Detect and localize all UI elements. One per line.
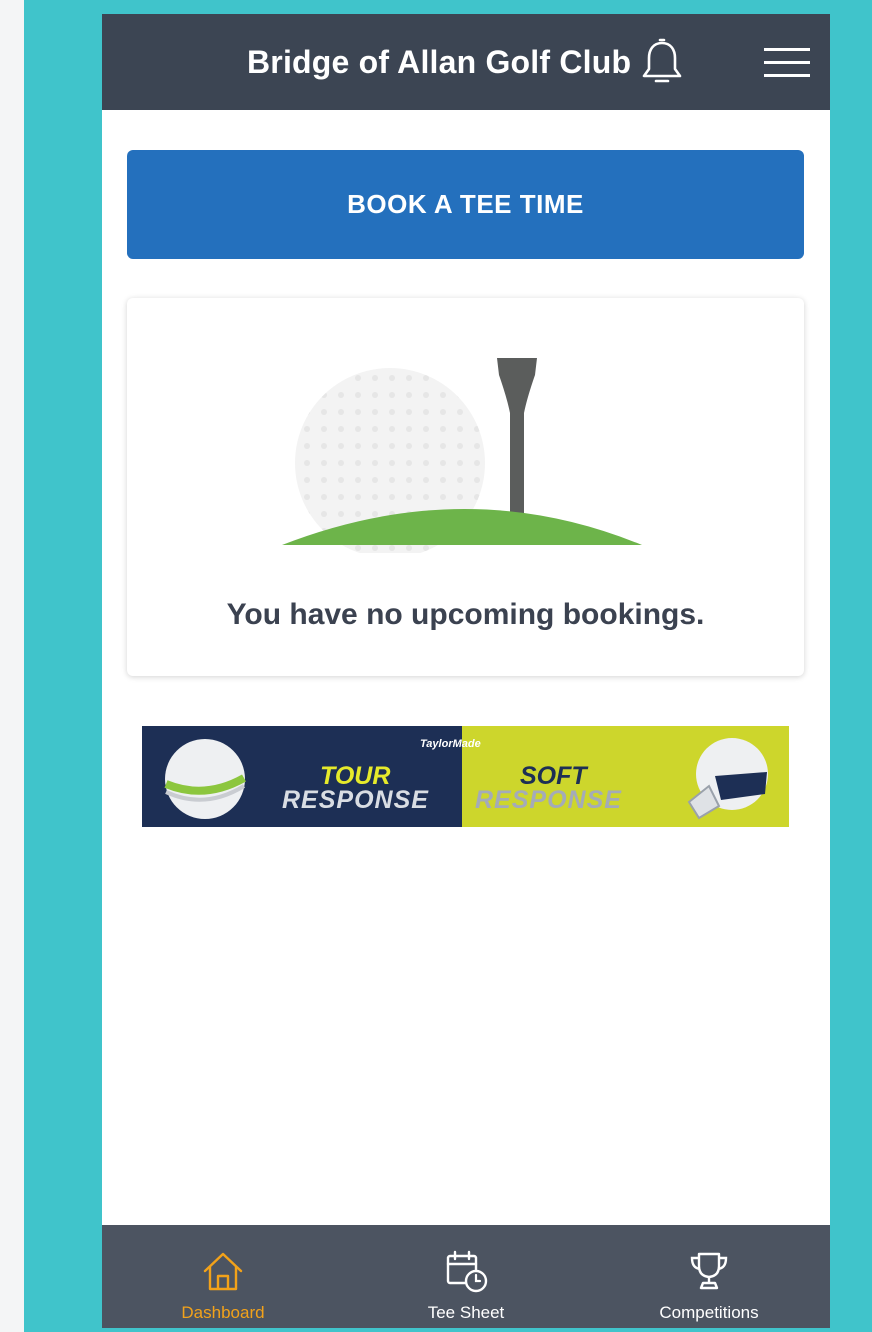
book-tee-time-button[interactable]: BOOK A TEE TIME [127, 150, 804, 259]
home-icon [203, 1252, 243, 1291]
banner-right-line2: RESPONSE [475, 786, 622, 814]
banner-brand: TaylorMade [420, 738, 481, 750]
tab-dashboard-label: Dashboard [181, 1303, 265, 1322]
taylormade-ad-banner[interactable]: TaylorMade TOUR RESPONSE SOFT RESPONSE [142, 726, 789, 827]
golf-ball-on-tee-icon [282, 358, 642, 553]
calendar-clock-icon [446, 1250, 488, 1293]
phone-screen: Bridge of Allan Golf Club BOOK A TEE TIM… [102, 14, 830, 1328]
tab-tee-sheet[interactable]: Tee Sheet [345, 1225, 587, 1328]
bell-icon[interactable] [640, 38, 684, 88]
no-bookings-message: You have no upcoming bookings. [226, 598, 705, 631]
banner-left-line2: RESPONSE [282, 786, 429, 814]
tab-competitions-label: Competitions [659, 1303, 759, 1322]
golf-ball-image-right [687, 738, 768, 820]
hamburger-menu-icon[interactable] [762, 46, 812, 80]
golf-ball-image-left [164, 739, 246, 819]
club-title: Bridge of Allan Golf Club [247, 44, 632, 80]
tab-tee-sheet-label: Tee Sheet [427, 1303, 505, 1322]
trophy-icon [690, 1252, 728, 1290]
tab-dashboard[interactable]: Dashboard [102, 1225, 344, 1328]
bottom-tab-bar: Dashboard Tee Sheet Competitions [102, 1225, 830, 1328]
tab-competitions[interactable]: Competitions [588, 1225, 830, 1328]
upcoming-bookings-card: You have no upcoming bookings. [127, 298, 804, 676]
app-header: Bridge of Allan Golf Club [102, 14, 830, 110]
